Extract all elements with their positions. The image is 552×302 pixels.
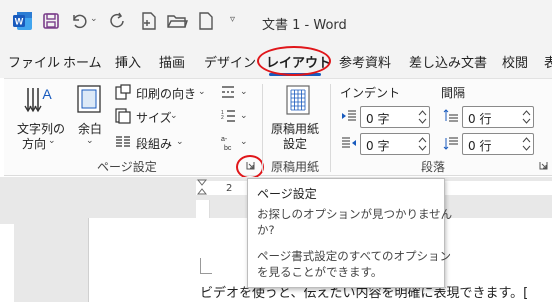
orientation-dropdown-icon[interactable]: ⌄ bbox=[198, 87, 206, 97]
indent-right-value: 0 字 bbox=[366, 139, 390, 153]
highlight-circle-launcher bbox=[236, 155, 264, 179]
columns-dropdown-icon[interactable]: ⌄ bbox=[176, 137, 184, 147]
margin-corner-mark bbox=[200, 258, 212, 274]
tooltip-line-3: ページ書式設定のすべてのオプション bbox=[257, 249, 452, 263]
spacing-before-icon bbox=[443, 109, 459, 123]
ruler-tick-label: 2 bbox=[226, 183, 233, 194]
group-separator bbox=[330, 84, 331, 172]
spacing-before-field[interactable]: 0 行 bbox=[462, 106, 534, 128]
page-setup-group-label: ページ設定 bbox=[97, 160, 157, 174]
breaks-icon[interactable] bbox=[220, 84, 236, 100]
size-dropdown-icon[interactable]: ⌄ bbox=[170, 111, 178, 121]
columns-label[interactable]: 段組み bbox=[136, 135, 172, 152]
tooltip-title: ページ設定 bbox=[257, 187, 317, 201]
paragraph-group-label: 段落 bbox=[421, 160, 446, 174]
word-icon: W bbox=[12, 10, 34, 32]
tab-draw[interactable]: 描画 bbox=[159, 52, 185, 71]
customize-dropdown-icon[interactable]: ▿ bbox=[230, 14, 235, 25]
tab-design[interactable]: デザイン bbox=[204, 52, 256, 71]
manuscript-group-label: 原稿用紙 bbox=[271, 160, 320, 174]
paragraph-dialog-launcher-icon[interactable] bbox=[539, 161, 548, 170]
spin-arrows-icon[interactable] bbox=[522, 108, 531, 126]
tab-mailings[interactable]: 差し込み文書 bbox=[409, 52, 487, 71]
columns-icon bbox=[115, 134, 131, 150]
breaks-dropdown-icon[interactable]: ⌄ bbox=[240, 87, 248, 97]
new-doc-icon[interactable] bbox=[140, 11, 158, 31]
save-icon[interactable] bbox=[42, 12, 60, 30]
margins-icon bbox=[76, 84, 102, 114]
tab-references[interactable]: 参考資料 bbox=[339, 52, 391, 71]
hyphenation-dropdown-icon[interactable]: ⌄ bbox=[240, 137, 248, 147]
manuscript-setup-label-2[interactable]: 設定 bbox=[283, 135, 307, 152]
margins-label[interactable]: 余白 bbox=[78, 120, 102, 137]
spin-arrows-icon[interactable] bbox=[418, 108, 427, 126]
text-direction-dropdown-icon[interactable]: ⌄ bbox=[48, 136, 56, 146]
svg-text:a-: a- bbox=[221, 136, 228, 143]
tooltip-line-1: お探しのオプションが見つかりません bbox=[257, 207, 453, 221]
spin-arrows-icon[interactable] bbox=[522, 135, 531, 153]
tooltip-line-4: を見ることができます。 bbox=[257, 265, 383, 279]
hyphenation-icon[interactable]: a- bc bbox=[220, 134, 236, 152]
tab-home[interactable]: ホーム bbox=[63, 52, 102, 71]
spin-arrows-icon[interactable] bbox=[418, 135, 427, 153]
window-title: 文書 1 - Word bbox=[262, 18, 347, 33]
undo-dropdown-icon[interactable]: ⌄ bbox=[90, 14, 98, 24]
blank-page-icon[interactable] bbox=[198, 11, 214, 31]
group-separator bbox=[262, 84, 263, 172]
spacing-header: 間隔 bbox=[441, 86, 466, 100]
svg-text:W: W bbox=[15, 17, 24, 27]
tab-file[interactable]: ファイル bbox=[8, 52, 60, 71]
spacing-after-icon bbox=[443, 136, 459, 150]
line-numbers-icon[interactable]: 1 2 bbox=[220, 108, 236, 124]
indent-header: インデント bbox=[340, 86, 401, 100]
indent-left-icon bbox=[341, 109, 357, 123]
text-direction-label-2[interactable]: 方向 bbox=[22, 135, 46, 152]
text-direction-icon: A bbox=[24, 84, 54, 116]
svg-text:2: 2 bbox=[221, 115, 224, 121]
indent-left-value: 0 字 bbox=[366, 112, 390, 126]
svg-text:A: A bbox=[42, 86, 52, 102]
indent-marker-icon[interactable] bbox=[197, 179, 207, 195]
tab-insert[interactable]: 挿入 bbox=[115, 52, 141, 71]
manuscript-paper-icon bbox=[285, 84, 311, 116]
redo-icon[interactable] bbox=[108, 11, 128, 31]
indent-right-field[interactable]: 0 字 bbox=[360, 133, 430, 155]
size-icon bbox=[115, 108, 131, 124]
indent-left-field[interactable]: 0 字 bbox=[360, 106, 430, 128]
tooltip-line-2: か? bbox=[257, 223, 275, 237]
left-ruler-strip bbox=[0, 224, 14, 302]
highlight-circle-tab bbox=[257, 46, 331, 76]
svg-text:bc: bc bbox=[224, 145, 232, 152]
indent-right-icon bbox=[341, 136, 357, 150]
orientation-label[interactable]: 印刷の向き bbox=[136, 85, 196, 102]
margins-dropdown-icon[interactable]: ⌄ bbox=[86, 136, 94, 146]
spacing-after-value: 0 行 bbox=[468, 139, 492, 153]
tab-review[interactable]: 校閲 bbox=[502, 52, 528, 71]
orientation-icon bbox=[115, 84, 131, 100]
spacing-before-value: 0 行 bbox=[468, 112, 492, 126]
spacing-after-field[interactable]: 0 行 bbox=[462, 133, 534, 155]
size-label[interactable]: サイズ bbox=[136, 109, 172, 126]
tab-view[interactable]: 表 bbox=[544, 52, 552, 71]
open-folder-icon[interactable] bbox=[166, 12, 188, 30]
line-numbers-dropdown-icon[interactable]: ⌄ bbox=[240, 111, 248, 121]
undo-icon[interactable] bbox=[70, 12, 88, 30]
